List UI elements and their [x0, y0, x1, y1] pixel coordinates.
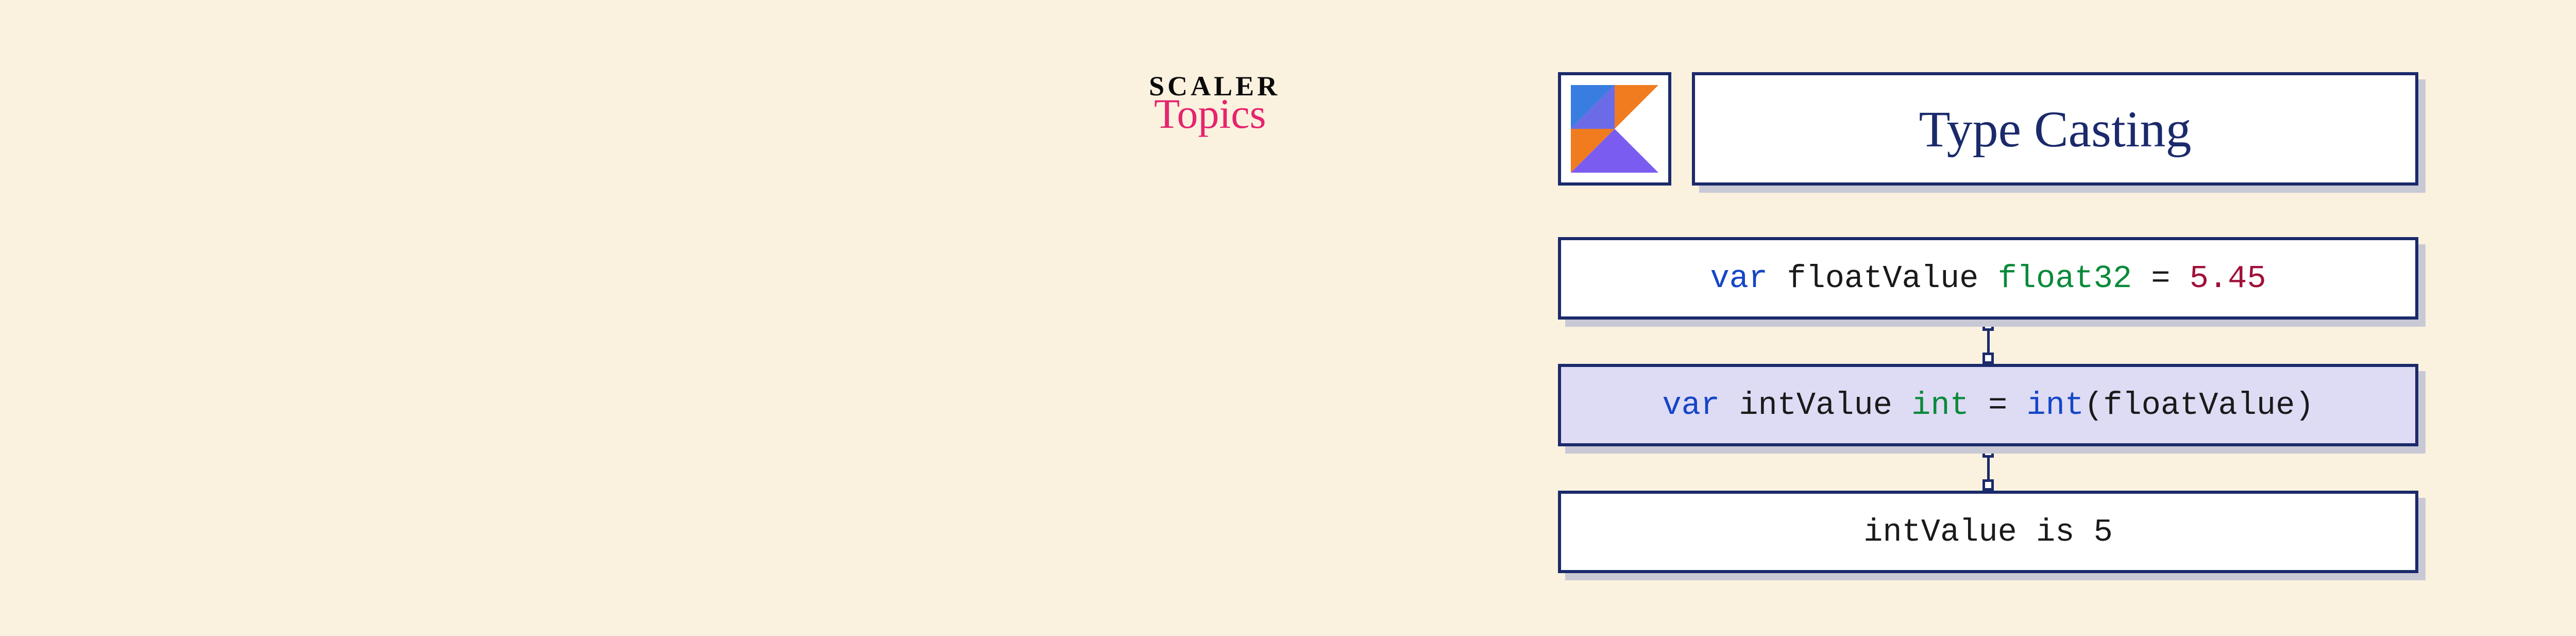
code-box-1: var floatValue float32 = 5.45: [1558, 237, 2418, 320]
kotlin-logo-box: [1558, 72, 1671, 186]
func-int: int: [2026, 387, 2084, 424]
title-text: Type Casting: [1919, 99, 2191, 159]
result-text: intValue is 5: [1863, 514, 2113, 550]
brand-topics-text: Topics: [1154, 93, 1266, 135]
keyword-var: var: [1710, 260, 1768, 297]
type-float32: float32: [1998, 260, 2132, 297]
scaler-topics-logo: SCALER Topics: [1149, 72, 1280, 135]
identifier-floatvalue: floatValue: [1787, 260, 1978, 297]
header-row: Type Casting: [1558, 72, 2418, 186]
arg-floatvalue: (floatValue): [2084, 387, 2314, 424]
identifier-intvalue: intValue: [1739, 387, 1892, 424]
keyword-var: var: [1662, 387, 1720, 424]
literal-5-45: 5.45: [2190, 260, 2266, 297]
title-box: Type Casting: [1692, 72, 2418, 186]
kotlin-icon: [1571, 85, 1658, 173]
code-box-2: var intValue int = int(floatValue): [1558, 364, 2418, 446]
result-box: intValue is 5: [1558, 491, 2418, 573]
type-int: int: [1911, 387, 1969, 424]
flow-diagram: var floatValue float32 = 5.45 var intVal…: [1558, 237, 2418, 573]
